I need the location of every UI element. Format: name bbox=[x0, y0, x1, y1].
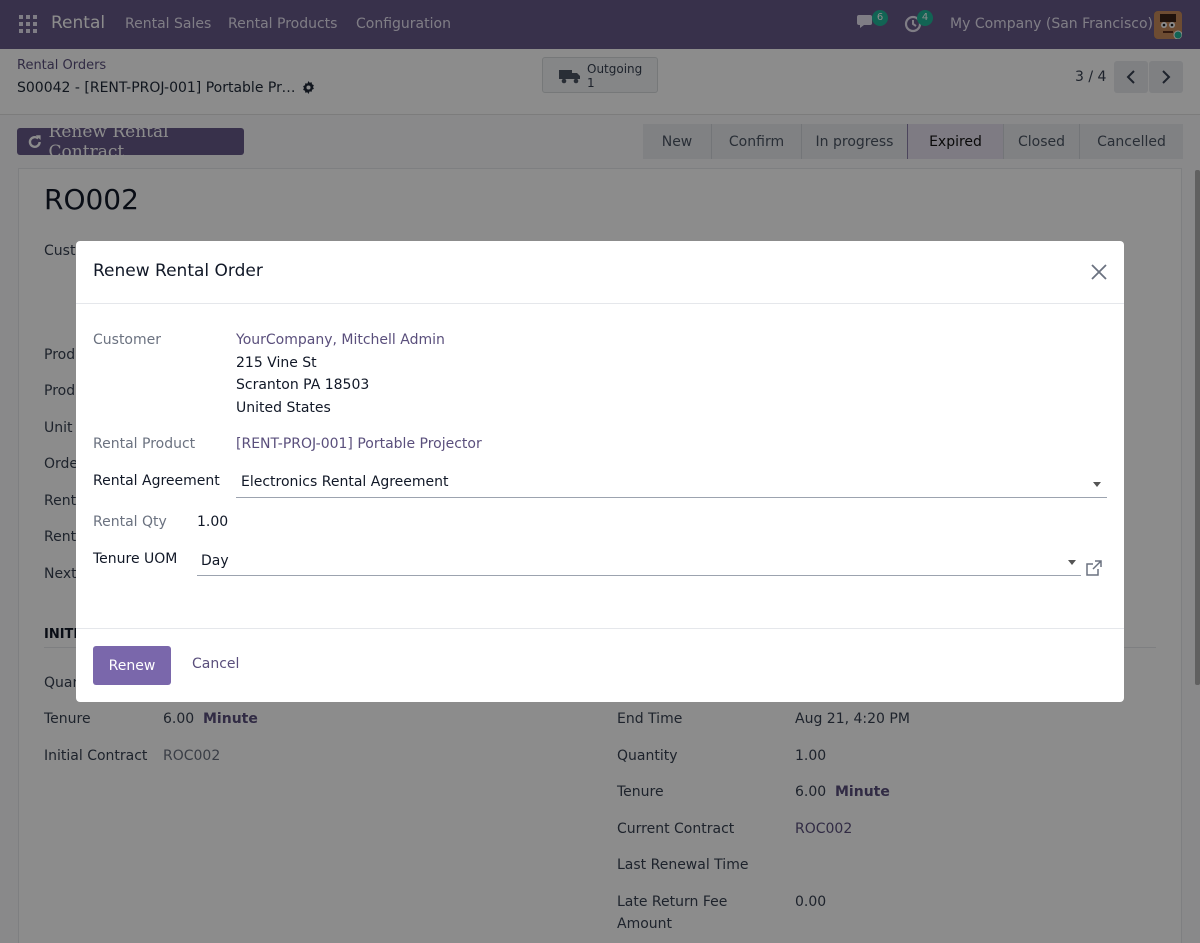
dialog-header: Renew Rental Order bbox=[76, 241, 1124, 304]
customer-address-line3: United States bbox=[236, 400, 331, 416]
customer-address-line2: Scranton PA 18503 bbox=[236, 377, 370, 393]
cancel-button[interactable]: Cancel bbox=[192, 656, 239, 672]
rental-qty-label: Rental Qty bbox=[93, 514, 167, 530]
customer-label: Customer bbox=[93, 332, 162, 348]
caret-down-icon bbox=[1068, 560, 1076, 565]
rental-agreement-select[interactable]: Electronics Rental Agreement bbox=[236, 469, 1107, 498]
tenure-uom-value: Day bbox=[201, 553, 229, 569]
rental-agreement-label: Rental Agreement bbox=[93, 473, 220, 489]
external-link-icon[interactable] bbox=[1086, 560, 1102, 576]
customer-address-line1: 215 Vine St bbox=[236, 355, 317, 371]
renew-button[interactable]: Renew bbox=[93, 646, 171, 685]
close-icon[interactable] bbox=[1088, 261, 1110, 283]
rental-qty-value: 1.00 bbox=[197, 514, 229, 530]
dialog-title: Renew Rental Order bbox=[93, 261, 263, 281]
tenure-uom-label: Tenure UOM bbox=[93, 551, 178, 567]
renew-rental-order-dialog: Renew Rental Order Customer YourCompany,… bbox=[76, 241, 1124, 702]
customer-link[interactable]: YourCompany, Mitchell Admin bbox=[236, 332, 445, 348]
rental-product-label: Rental Product bbox=[93, 436, 196, 452]
rental-product-link[interactable]: [RENT-PROJ-001] Portable Projector bbox=[236, 436, 482, 452]
caret-down-icon bbox=[1093, 482, 1101, 487]
dialog-footer: Renew Cancel bbox=[76, 628, 1124, 702]
rental-agreement-value: Electronics Rental Agreement bbox=[241, 474, 449, 490]
tenure-uom-select[interactable]: Day bbox=[197, 547, 1081, 576]
